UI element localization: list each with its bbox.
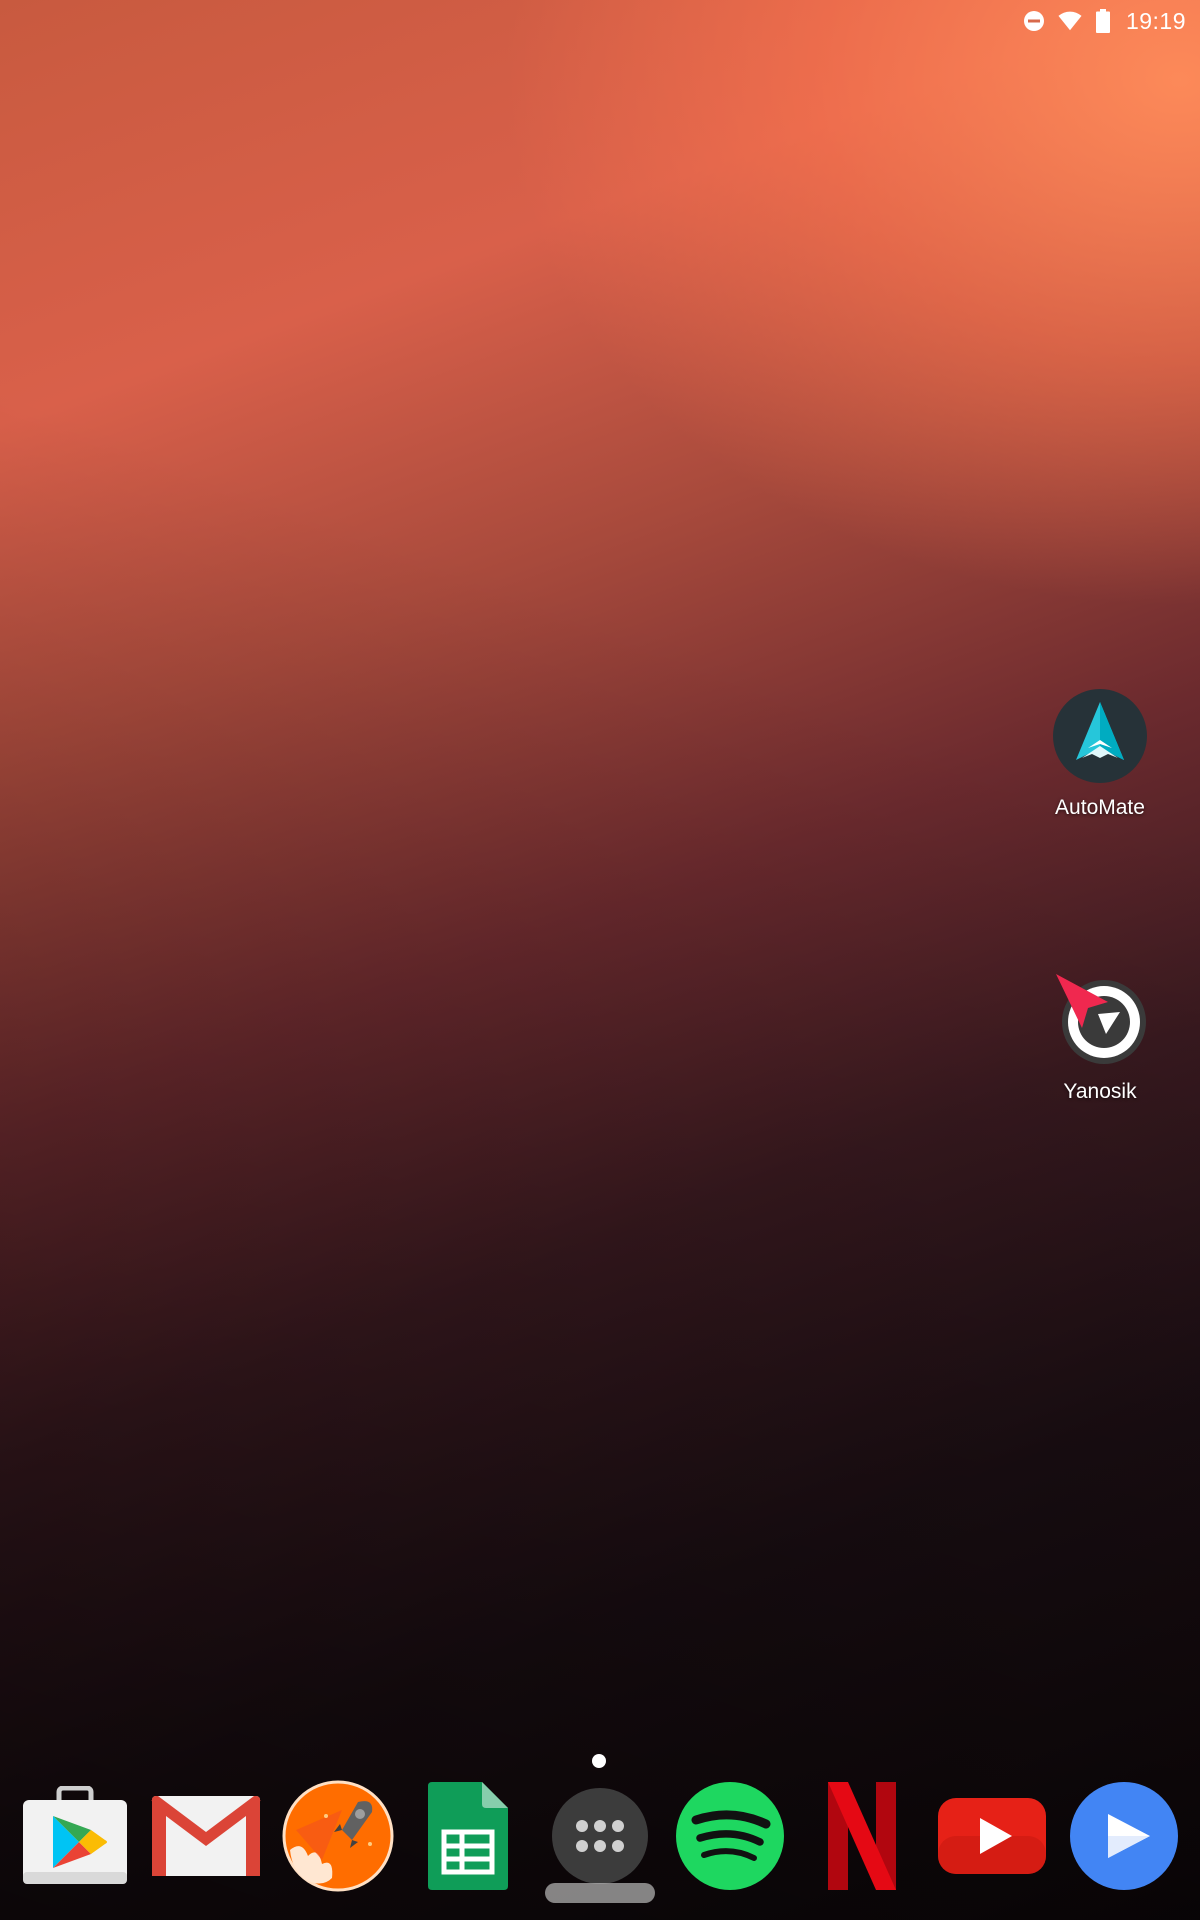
dock-app-netflix[interactable] <box>804 1778 920 1894</box>
dock <box>0 1778 1200 1898</box>
home-gesture-handle[interactable] <box>545 1883 655 1903</box>
dock-app-google-sheets[interactable] <box>410 1778 526 1894</box>
page-indicator-dot <box>592 1754 606 1768</box>
battery-icon <box>1094 9 1112 33</box>
automate-icon <box>1052 688 1148 784</box>
play-store-icon <box>23 1786 127 1884</box>
dock-app-gmail[interactable] <box>148 1778 264 1894</box>
app-label-automate: AutoMate <box>1055 796 1145 819</box>
rocket-icon <box>282 1780 394 1892</box>
gmail-icon <box>151 1796 261 1876</box>
youtube-icon <box>938 1798 1046 1874</box>
yanosik-icon <box>1052 972 1148 1068</box>
app-label-yanosik: Yanosik <box>1063 1080 1137 1103</box>
app-drawer-button[interactable] <box>542 1778 658 1894</box>
spotify-icon <box>676 1782 784 1890</box>
app-yanosik[interactable]: Yanosik <box>1030 972 1170 1104</box>
status-clock: 19:19 <box>1125 7 1186 34</box>
netflix-icon <box>828 1782 896 1890</box>
dock-app-play-store[interactable] <box>17 1778 133 1894</box>
play-movies-icon <box>1070 1782 1178 1890</box>
wifi-icon <box>1058 9 1082 33</box>
app-drawer-icon <box>552 1788 648 1884</box>
dock-app-youtube[interactable] <box>934 1778 1050 1894</box>
do-not-disturb-icon <box>1022 9 1046 33</box>
dock-app-play-movies[interactable] <box>1066 1778 1182 1894</box>
status-bar: 19:19 <box>960 0 1200 42</box>
dock-app-rocket-launcher[interactable] <box>280 1778 396 1894</box>
home-screen: 19:19 AutoMate Yanosik <box>0 0 1200 1920</box>
sheets-icon <box>428 1782 508 1890</box>
app-automate[interactable]: AutoMate <box>1030 688 1170 820</box>
dock-app-spotify[interactable] <box>672 1778 788 1894</box>
